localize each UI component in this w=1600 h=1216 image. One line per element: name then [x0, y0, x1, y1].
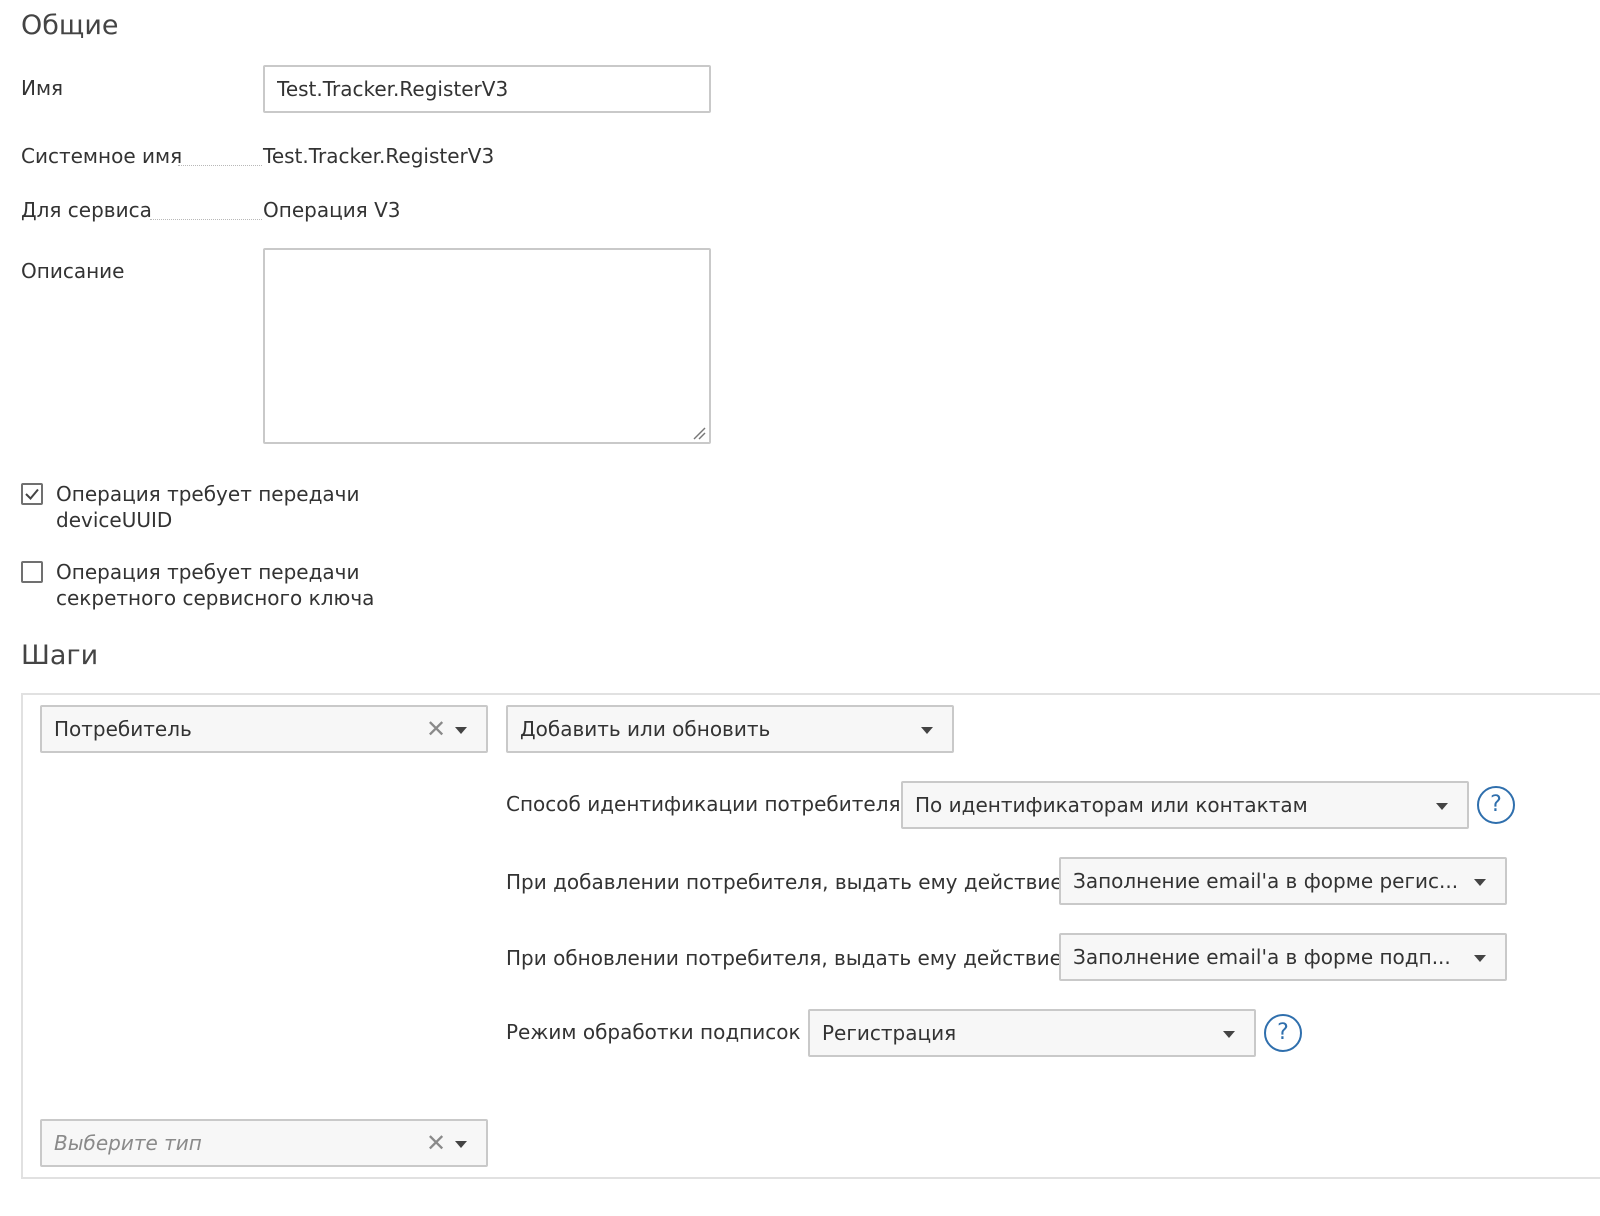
device-uuid-checkbox-label[interactable]: Операция требует передачи deviceUUID	[56, 481, 360, 533]
chevron-down-icon[interactable]	[1223, 1031, 1235, 1038]
general-section-title: Общие	[21, 10, 119, 41]
type-select-placeholder: Выберите тип	[54, 1131, 202, 1155]
subscription-mode-help-icon[interactable]: ?	[1264, 1014, 1302, 1052]
chevron-down-icon[interactable]	[1436, 803, 1448, 810]
secret-key-checkbox-label[interactable]: Операция требует передачи секретного сер…	[56, 559, 374, 611]
action-select[interactable]: Добавить или обновить	[506, 705, 954, 753]
on-add-label: При добавлении потребителя, выдать ему д…	[506, 870, 1063, 894]
on-update-select-value: Заполнение email'а в форме подп...	[1073, 945, 1451, 969]
chevron-down-icon[interactable]	[455, 1141, 467, 1148]
service-label: Для сервиса	[21, 198, 152, 222]
clear-icon[interactable]: ✕	[426, 717, 446, 741]
subscription-mode-select-value: Регистрация	[822, 1021, 957, 1045]
system-name-label: Системное имя	[21, 144, 183, 168]
chevron-down-icon[interactable]	[921, 727, 933, 734]
type-select[interactable]: Выберите тип ✕	[40, 1119, 488, 1167]
subscription-mode-select[interactable]: Регистрация	[808, 1009, 1256, 1057]
service-value: Операция V3	[263, 198, 401, 222]
action-select-value: Добавить или обновить	[520, 717, 771, 741]
chevron-down-icon[interactable]	[455, 727, 467, 734]
secret-key-checkbox[interactable]	[21, 561, 43, 583]
chevron-down-icon[interactable]	[1474, 955, 1486, 962]
system-name-value: Test.Tracker.RegisterV3	[263, 144, 495, 168]
clear-icon[interactable]: ✕	[426, 1131, 446, 1155]
device-uuid-checkbox[interactable]	[21, 483, 43, 505]
service-leader	[150, 219, 262, 220]
on-update-label: При обновлении потребителя, выдать ему д…	[506, 946, 1062, 970]
entity-select-value: Потребитель	[54, 717, 192, 741]
identification-help-icon[interactable]: ?	[1477, 786, 1515, 824]
description-label: Описание	[21, 259, 125, 283]
on-add-select[interactable]: Заполнение email'а в форме регис...	[1059, 857, 1507, 905]
identification-select[interactable]: По идентификаторам или контактам	[901, 781, 1469, 829]
name-label: Имя	[21, 76, 64, 100]
entity-select[interactable]: Потребитель ✕	[40, 705, 488, 753]
name-input[interactable]	[263, 65, 711, 113]
description-textarea[interactable]	[263, 248, 711, 444]
system-name-leader	[178, 165, 262, 166]
identification-label: Способ идентификации потребителя	[506, 792, 901, 816]
identification-select-value: По идентификаторам или контактам	[915, 793, 1308, 817]
on-add-select-value: Заполнение email'а в форме регис...	[1073, 869, 1459, 893]
steps-section-title: Шаги	[21, 640, 99, 671]
check-icon	[25, 488, 39, 500]
resize-grip-icon[interactable]	[692, 426, 706, 440]
chevron-down-icon[interactable]	[1474, 879, 1486, 886]
subscription-mode-label: Режим обработки подписок	[506, 1020, 801, 1044]
on-update-select[interactable]: Заполнение email'а в форме подп...	[1059, 933, 1507, 981]
